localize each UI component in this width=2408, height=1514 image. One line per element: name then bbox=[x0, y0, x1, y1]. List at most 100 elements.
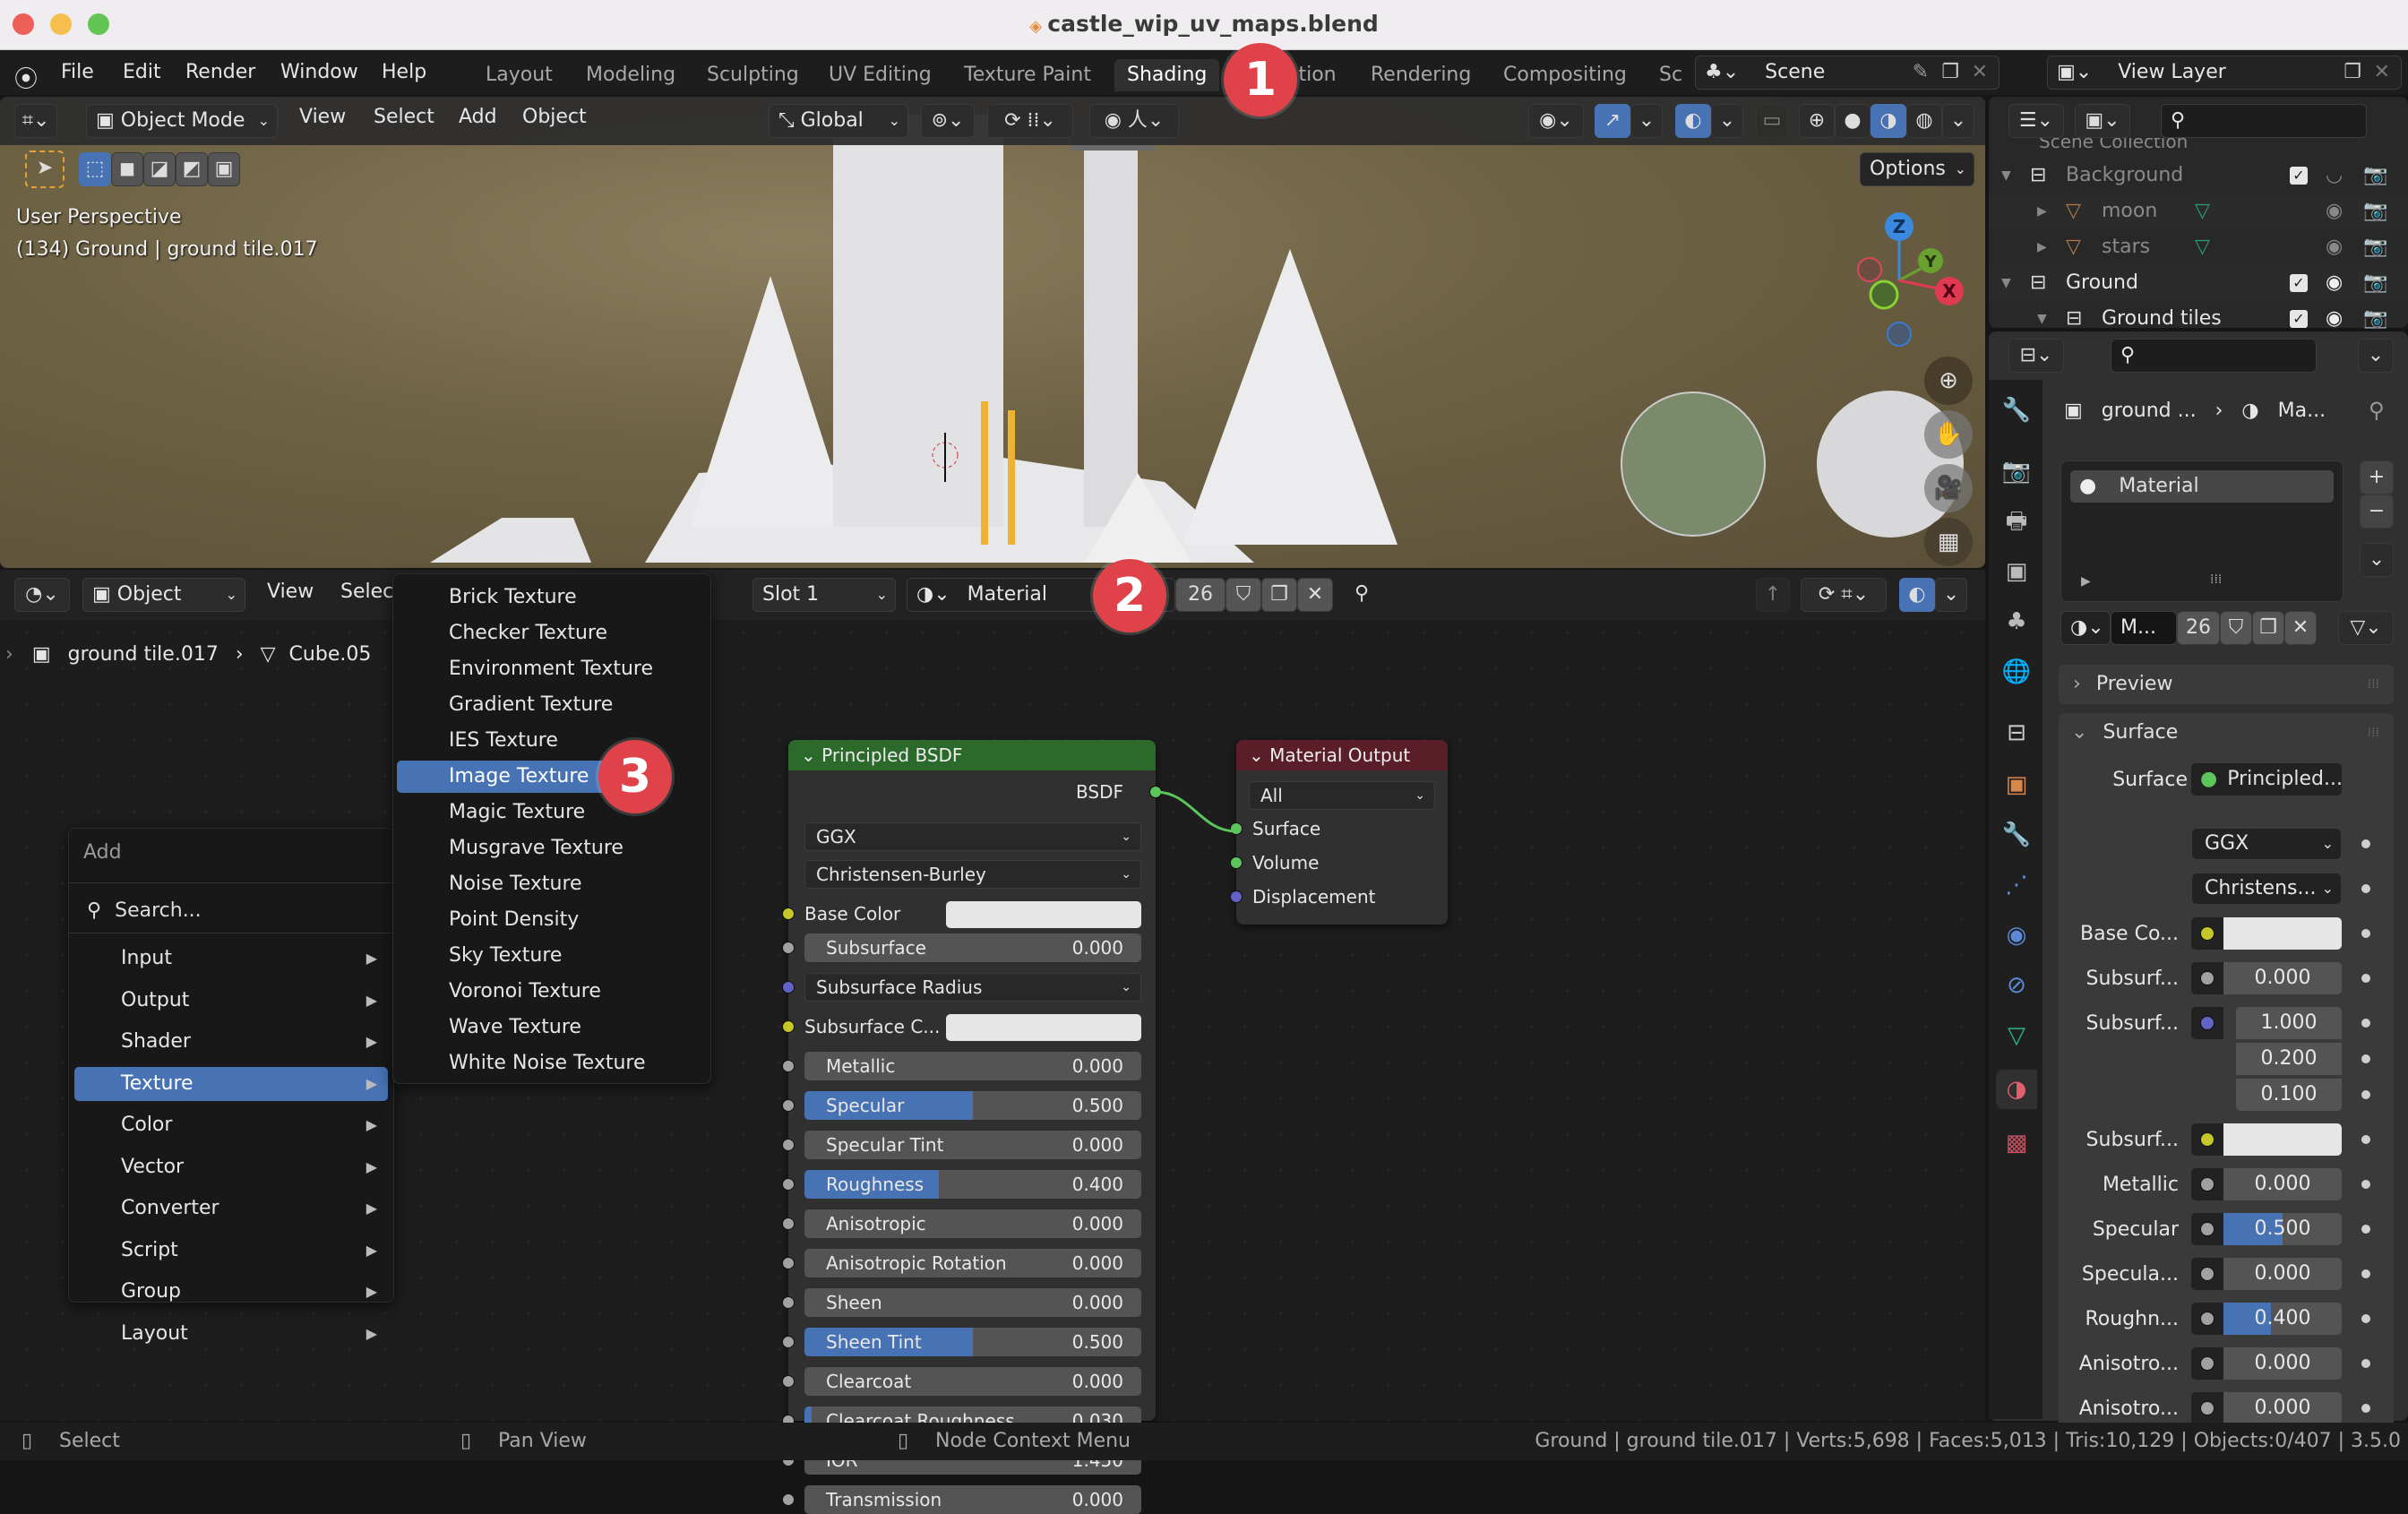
texture-tab[interactable]: ▩ bbox=[1996, 1123, 2037, 1163]
prop-vector-field-2[interactable]: 0.100 bbox=[2236, 1079, 2342, 1111]
prop-socket-1[interactable] bbox=[2191, 962, 2223, 994]
expand-toggle-icon[interactable]: ▶ bbox=[2037, 194, 2047, 229]
snap-button[interactable]: ⟳ ⁞⁞⌄ bbox=[987, 104, 1073, 138]
viewport-menu-select[interactable]: Select bbox=[374, 106, 434, 128]
exclude-checkbox[interactable]: ✓ bbox=[2290, 167, 2308, 185]
material-output-node[interactable]: ⌄ Material Output All ⌄ Surface Volume Di… bbox=[1230, 740, 1448, 925]
editor-type-button[interactable]: ⌗⌄ bbox=[14, 104, 57, 138]
render-camera-icon[interactable]: 📷 bbox=[2363, 265, 2387, 301]
prop-color-swatch-0[interactable] bbox=[2223, 917, 2342, 950]
subsurface-color-socket[interactable] bbox=[782, 1020, 795, 1033]
surface-shader-selector[interactable]: ● Principled... bbox=[2191, 763, 2342, 796]
prop-value-field-8[interactable]: 0.000 bbox=[2223, 1347, 2342, 1380]
node-object-dropdown[interactable]: ▣ Object ⌄ bbox=[82, 578, 245, 612]
shading-dropdown[interactable]: ⌄ bbox=[1942, 104, 1974, 138]
physics-tab[interactable]: ◉ bbox=[1996, 916, 2037, 955]
menu-help[interactable]: Help bbox=[382, 61, 426, 83]
subsurface-method-dropdown[interactable]: Christensen-Burley ⌄ bbox=[804, 860, 1141, 889]
add-menu-item-vector[interactable]: Vector ▶ bbox=[74, 1150, 388, 1184]
world-tab[interactable]: 🌐 bbox=[1996, 652, 2037, 692]
keyframe-dot[interactable] bbox=[2361, 1019, 2370, 1028]
keyframe-dot[interactable] bbox=[2361, 1269, 2370, 1278]
exclude-checkbox[interactable]: ✓ bbox=[2290, 310, 2308, 328]
breadcrumb-mesh[interactable]: Cube.05 bbox=[289, 643, 372, 666]
material-tab[interactable]: ◑ bbox=[1996, 1070, 2037, 1109]
visibility-eye-icon[interactable]: ◉ bbox=[2326, 265, 2343, 301]
prop-value-field-7[interactable]: 0.400 bbox=[2223, 1303, 2342, 1335]
keyframe-dot[interactable] bbox=[2361, 884, 2370, 893]
mode-dropdown[interactable]: ▣ Object Mode ⌄ bbox=[86, 104, 278, 138]
keyframe-dot[interactable] bbox=[2361, 1359, 2370, 1368]
outliner-row-moon[interactable]: ▶ ▽ moon ▽ ◉ 📷 bbox=[1989, 194, 2408, 229]
scene-selector[interactable]: ♣⌄ Scene ✎ ❐ ✕ bbox=[1695, 56, 2000, 90]
node-overlay-dropdown[interactable]: ⌄ bbox=[1935, 578, 1967, 612]
delete-scene-icon[interactable]: ✕ bbox=[1972, 56, 1988, 89]
render-camera-icon[interactable]: 📷 bbox=[2363, 194, 2387, 229]
keyframe-dot[interactable] bbox=[2361, 1404, 2370, 1413]
displacement-input-socket[interactable] bbox=[1230, 890, 1243, 903]
navigation-gizmo[interactable]: Z Y X bbox=[1828, 204, 1971, 348]
subsurface-radius-socket[interactable] bbox=[782, 981, 795, 994]
select-subtract-mode[interactable]: ◪ bbox=[143, 152, 176, 186]
duplicate-material-button[interactable]: ❐ bbox=[1261, 578, 1297, 612]
collection-tab[interactable]: ⊟ bbox=[1996, 713, 2037, 753]
visibility-eye-icon[interactable]: ◉ bbox=[2326, 229, 2343, 265]
tab-uv-editing[interactable]: UV Editing bbox=[816, 59, 944, 91]
props-subsurface-method-dropdown[interactable]: Christens... ⌄ bbox=[2191, 873, 2342, 905]
keyframe-dot[interactable] bbox=[2361, 839, 2370, 848]
expand-arrow-icon[interactable]: › bbox=[5, 643, 13, 666]
material-name-field[interactable]: M... bbox=[2111, 611, 2177, 645]
clearcoat-socket[interactable] bbox=[782, 1375, 795, 1388]
drag-handle-icon[interactable]: ⁞⁞⁞ bbox=[2368, 665, 2379, 704]
select-intersect-mode[interactable]: ▣ bbox=[208, 152, 240, 186]
blender-logo-icon[interactable]: ⦿ bbox=[14, 61, 38, 94]
distribution-dropdown[interactable]: GGX ⌄ bbox=[804, 822, 1141, 851]
gizmo-neg-y[interactable] bbox=[1869, 280, 1899, 310]
shading-wireframe[interactable]: ⊕ bbox=[1799, 104, 1835, 138]
new-view-layer-icon[interactable]: ❐ bbox=[2344, 56, 2361, 89]
gizmo-neg-z[interactable] bbox=[1887, 322, 1912, 347]
metallic-slider[interactable]: Metallic 0.000 bbox=[804, 1052, 1141, 1080]
base-color-socket[interactable] bbox=[782, 908, 795, 920]
principled-node-header[interactable]: ⌄ Principled BSDF bbox=[788, 740, 1156, 770]
slot-dropdown[interactable]: Slot 1 ⌄ bbox=[752, 578, 896, 612]
select-tool[interactable]: ➤ bbox=[25, 151, 64, 188]
metallic-socket[interactable] bbox=[782, 1060, 795, 1072]
anisotropic-socket[interactable] bbox=[782, 1217, 795, 1230]
node-link[interactable] bbox=[1147, 779, 1245, 842]
viewport-menu-object[interactable]: Object bbox=[522, 106, 587, 128]
outliner-search[interactable]: ⚲ bbox=[2161, 104, 2367, 138]
visibility-eye-icon[interactable]: ◉ bbox=[2326, 194, 2343, 229]
specular-tint-socket[interactable] bbox=[782, 1139, 795, 1151]
anisotropic-rotation-socket[interactable] bbox=[782, 1257, 795, 1269]
outliner-display-mode[interactable]: ☰⌄ bbox=[2008, 104, 2064, 138]
props-distribution-dropdown[interactable]: GGX ⌄ bbox=[2191, 828, 2342, 860]
prop-value-field-6[interactable]: 0.000 bbox=[2223, 1258, 2342, 1290]
sheen-tint-socket[interactable] bbox=[782, 1336, 795, 1348]
texture-item-musgrave-texture[interactable]: Musgrave Texture bbox=[397, 832, 657, 865]
outliner-row-background[interactable]: ▼ ⊟ Background ✓ ◡ 📷 bbox=[1989, 158, 2408, 194]
properties-search[interactable]: ⚲ bbox=[2111, 339, 2317, 373]
add-menu-item-layout[interactable]: Layout ▶ bbox=[74, 1317, 388, 1351]
shading-solid[interactable]: ● bbox=[1835, 104, 1870, 138]
data-tab[interactable]: ▽ bbox=[1996, 1016, 2037, 1055]
keyframe-dot[interactable] bbox=[2361, 1135, 2370, 1144]
prop-socket-7[interactable] bbox=[2191, 1303, 2223, 1335]
texture-item-gradient-texture[interactable]: Gradient Texture bbox=[397, 689, 657, 721]
tool-tab[interactable]: 🔧 bbox=[1996, 391, 2037, 430]
add-menu-search[interactable]: ⚲ Search... bbox=[87, 893, 383, 929]
render-tab[interactable]: 📷 bbox=[1996, 452, 2037, 491]
texture-item-checker-texture[interactable]: Checker Texture bbox=[397, 617, 657, 649]
breadcrumb-object[interactable]: ground tile.017 bbox=[68, 643, 219, 666]
node-menu-view[interactable]: View bbox=[267, 581, 314, 603]
overlay-dropdown[interactable]: ⌄ bbox=[1711, 104, 1743, 138]
anisotropic-rotation-slider[interactable]: Anisotropic Rotation 0.000 bbox=[804, 1249, 1141, 1277]
texture-item-white-noise-texture[interactable]: White Noise Texture bbox=[397, 1047, 657, 1080]
material-users-count[interactable]: 26 bbox=[2177, 611, 2220, 645]
scene-tab[interactable]: ♣ bbox=[1996, 602, 2037, 641]
expand-toggle-icon[interactable]: ▼ bbox=[2001, 265, 2011, 301]
viewport-menu-view[interactable]: View bbox=[299, 106, 346, 128]
prop-socket-9[interactable] bbox=[2191, 1392, 2223, 1424]
prop-value-field-9[interactable]: 0.000 bbox=[2223, 1392, 2342, 1424]
add-menu-item-group[interactable]: Group ▶ bbox=[74, 1275, 388, 1309]
